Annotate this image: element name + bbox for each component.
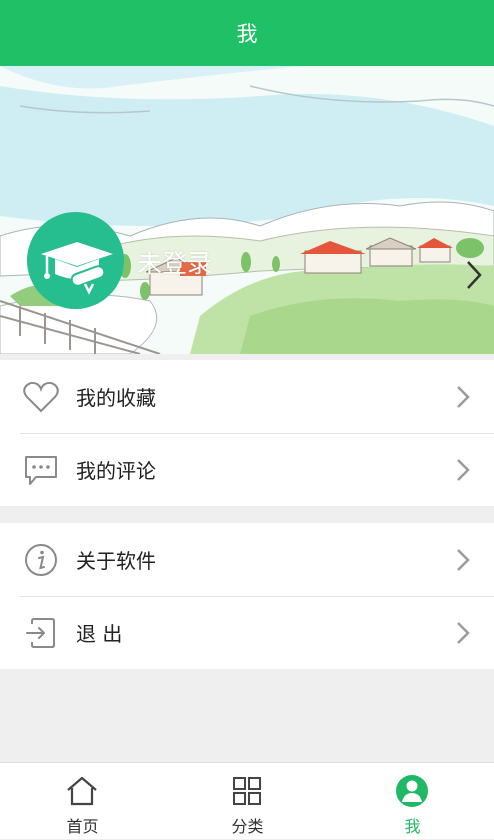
tab-category[interactable]: 分类: [165, 763, 330, 840]
heart-icon: [23, 381, 59, 413]
menu-item-label: 退 出: [76, 622, 123, 646]
menu-item-comments[interactable]: 我的评论: [0, 433, 494, 506]
graduation-cap-icon: [41, 242, 113, 295]
login-status-label[interactable]: 未登录: [137, 244, 212, 280]
chevron-right-icon: [457, 549, 470, 571]
tab-home[interactable]: 首页: [0, 763, 165, 840]
logout-icon: [26, 618, 55, 648]
menu-item-logout[interactable]: 退 出: [0, 596, 494, 669]
title-bar: 我: [0, 0, 494, 66]
tab-me[interactable]: 我: [330, 763, 494, 840]
landscape-illustration: [0, 66, 494, 354]
menu-item-favorites[interactable]: 我的收藏: [0, 360, 494, 433]
menu-group-app: 关于软件 退 出: [0, 523, 494, 669]
chevron-right-icon: [457, 459, 470, 481]
page-title: 我: [236, 22, 258, 46]
avatar[interactable]: [27, 212, 124, 309]
tab-label: 分类: [231, 817, 264, 836]
bottom-tab-bar: 首页 分类 我: [0, 762, 494, 839]
menu-item-label: 我的评论: [76, 459, 156, 483]
profile-banner[interactable]: 未登录: [0, 66, 494, 354]
menu-group-favorites: 我的收藏 我的评论: [0, 360, 494, 506]
menu-item-label: 关于软件: [76, 549, 156, 573]
home-icon: [67, 776, 97, 806]
tab-label: 我: [404, 817, 421, 836]
menu-item-about[interactable]: 关于软件: [0, 523, 494, 596]
user-icon: [396, 775, 428, 807]
chevron-right-icon: [457, 622, 470, 644]
info-icon: [25, 544, 57, 576]
tab-label: 首页: [66, 817, 99, 836]
comment-icon: [25, 456, 57, 485]
menu-item-label: 我的收藏: [76, 386, 156, 410]
chevron-right-icon[interactable]: [462, 258, 486, 292]
grid-icon: [233, 777, 261, 805]
chevron-right-icon: [457, 386, 470, 408]
